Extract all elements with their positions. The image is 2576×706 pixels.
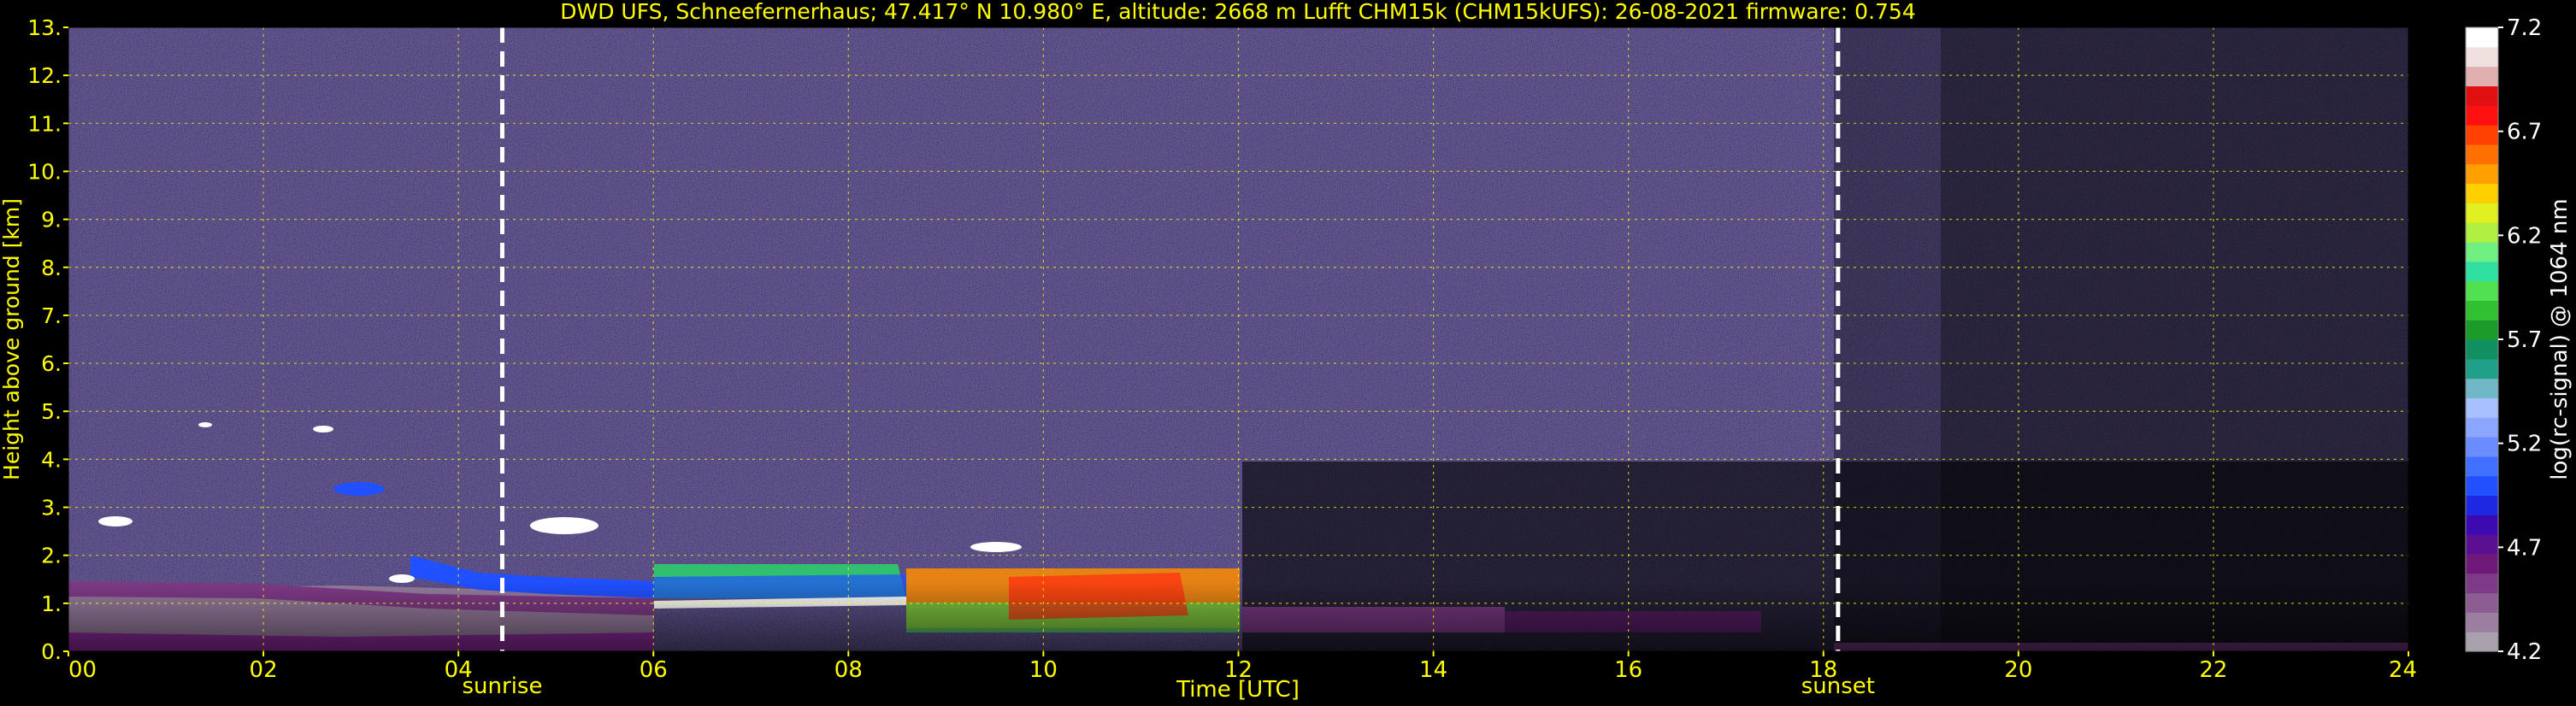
x-tick-label: 24	[2389, 657, 2417, 683]
cloud-patch-1	[98, 516, 133, 527]
y-tick-label: 7.	[41, 303, 62, 328]
cloud-patch-6	[313, 426, 333, 432]
colorbar-label: log(rc-signal) @ 1064 nm	[2547, 198, 2573, 479]
colorbar-tick-label: 6.7	[2507, 120, 2542, 145]
y-tick-label: 5.	[41, 399, 62, 424]
y-tick-label: 11.	[27, 111, 62, 136]
y-tick-label: 3.	[41, 496, 62, 521]
colorbar-tick-label: 5.2	[2507, 432, 2542, 457]
x-tick-label: 14	[1419, 657, 1447, 683]
x-tick-label: 02	[250, 657, 278, 683]
x-tick-label: 00	[68, 657, 97, 683]
colorbar-swatch	[2466, 553, 2498, 574]
x-tick-label: 06	[640, 657, 668, 683]
colorbar-swatch	[2466, 105, 2498, 126]
marker-label-sunset: sunset	[1801, 674, 1875, 699]
y-tick-label: 12.	[27, 63, 62, 88]
x-axis-label: Time [UTC]	[1176, 677, 1300, 703]
colorbar-swatch	[2466, 66, 2498, 87]
y-tick-label: 4.	[41, 447, 62, 472]
plot-area	[68, 26, 2409, 652]
x-tick-label: 22	[2199, 657, 2227, 683]
y-tick-label: 6.	[41, 351, 62, 376]
colorbar-swatch	[2466, 183, 2498, 203]
colorbar-swatch	[2466, 573, 2498, 594]
y-tick-label: 13.	[27, 15, 62, 40]
colorbar-swatch	[2466, 27, 2498, 48]
colorbar-swatch	[2466, 203, 2498, 223]
colorbar-swatch	[2466, 125, 2498, 145]
y-tick-label: 1.	[41, 591, 62, 616]
colorbar-swatch	[2466, 495, 2498, 515]
y-tick-label: 8.	[41, 256, 62, 280]
y-axis-label: Height above ground [km]	[0, 198, 24, 480]
colorbar-swatch	[2466, 456, 2498, 477]
y-tick-label: 9.	[41, 208, 62, 232]
colorbar-ticks: 4.2 4.7 5.2 5.7 6.2 6.7 7.2	[2498, 15, 2542, 665]
cloud-patch-2	[530, 517, 598, 534]
colorbar-swatch	[2466, 261, 2498, 282]
colorbar-swatch	[2466, 612, 2498, 632]
colorbar-swatch	[2466, 144, 2498, 165]
x-tick-label: 20	[2004, 657, 2032, 683]
colorbar-swatch	[2466, 222, 2498, 243]
colorbar-swatch	[2466, 163, 2498, 185]
colorbar-swatch	[2466, 378, 2498, 399]
y-tick-label: 10.	[27, 159, 62, 184]
colorbar-swatch	[2466, 85, 2498, 106]
colorbar-tick-label: 7.2	[2507, 15, 2542, 41]
x-tick-label: 16	[1614, 657, 1642, 683]
colorbar-swatch	[2466, 358, 2498, 379]
colorbar-swatch	[2466, 320, 2498, 340]
colorbar	[2465, 26, 2499, 652]
colorbar-swatch	[2466, 632, 2498, 652]
colorbar-tick-label: 4.7	[2507, 535, 2542, 561]
colorbar-swatch	[2466, 280, 2498, 301]
colorbar-swatch	[2466, 339, 2498, 360]
cloud-patch-5	[198, 422, 212, 427]
colorbar-swatch	[2466, 437, 2498, 457]
colorbar-tick-label: 5.7	[2507, 327, 2542, 353]
colorbar-tick-label: 4.2	[2507, 639, 2542, 665]
colorbar-tick-label: 6.2	[2507, 223, 2542, 249]
colorbar-swatch	[2466, 475, 2498, 497]
x-tick-label: 08	[834, 657, 863, 683]
colorbar-swatch	[2466, 241, 2498, 262]
colorbar-swatch	[2466, 515, 2498, 535]
colorbar-swatch	[2466, 397, 2498, 418]
ceilometer-chart: 0.1.2.3.4.5.6.7.8.9.10.11.12.13. 00 02 04 0…	[0, 0, 2573, 703]
colorbar-swatch	[2466, 300, 2498, 321]
y-axis-ticks: 0. 1. 2. 3. 4. 5. 6. 7. 8. 9. 10. 11. 12. 13.	[27, 15, 68, 664]
cloud-patch-3	[333, 482, 385, 496]
colorbar-swatch	[2466, 417, 2498, 438]
chart-title: DWD UFS, Schneefernerhaus; 47.417° N 10.…	[560, 0, 1916, 24]
y-tick-label: 0.	[41, 639, 62, 664]
colorbar-swatch	[2466, 46, 2498, 68]
x-tick-label: 10	[1029, 657, 1058, 683]
marker-label-sunrise: sunrise	[463, 674, 543, 699]
colorbar-swatch	[2466, 534, 2498, 555]
y-tick-label: 2.	[41, 544, 62, 568]
colorbar-swatch	[2466, 592, 2498, 613]
cloud-patch-4	[970, 542, 1022, 552]
sun-marker-labels: sunrise sunset	[463, 674, 1875, 699]
